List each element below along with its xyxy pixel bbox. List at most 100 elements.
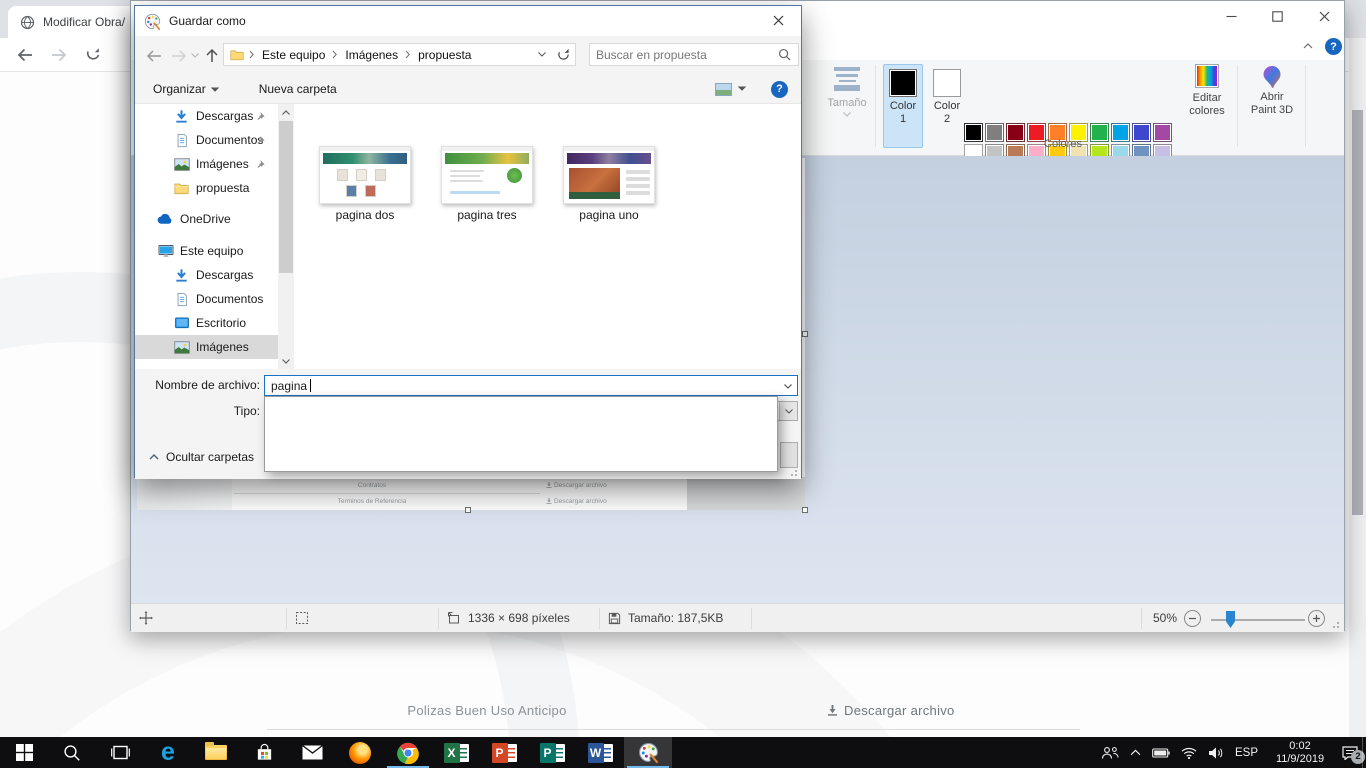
filename-input[interactable]: pagina bbox=[264, 375, 798, 396]
breadcrumb[interactable]: Este equipo Imágenes propuesta bbox=[223, 43, 553, 66]
hidden-icons-chevron-icon[interactable] bbox=[1130, 749, 1141, 756]
reload-icon[interactable] bbox=[76, 41, 110, 69]
taskbar-powerpoint-button[interactable]: P bbox=[480, 737, 528, 768]
volume-icon[interactable] bbox=[1208, 747, 1224, 759]
taskbar-publisher-button[interactable]: P bbox=[528, 737, 576, 768]
file-name: pagina uno bbox=[561, 208, 657, 222]
sidebar-item-documentos-pinned[interactable]: Documentos bbox=[135, 128, 278, 152]
cursor-position-icon bbox=[139, 604, 153, 632]
zoom-out-button[interactable] bbox=[1184, 604, 1201, 632]
action-center-icon[interactable]: 2 bbox=[1342, 746, 1358, 760]
zoom-slider[interactable] bbox=[1211, 619, 1305, 621]
scroll-up-icon[interactable] bbox=[278, 104, 294, 120]
scrollbar-thumb[interactable] bbox=[1352, 110, 1363, 515]
taskbar-search-button[interactable] bbox=[48, 737, 96, 768]
file-item-tres[interactable]: pagina tres bbox=[439, 146, 535, 222]
search-icon[interactable] bbox=[778, 48, 798, 61]
breadcrumb-imagenes[interactable]: Imágenes bbox=[343, 48, 400, 62]
desktop-icon bbox=[173, 317, 190, 329]
up-icon[interactable] bbox=[201, 45, 223, 66]
zoom-slider-thumb[interactable] bbox=[1226, 611, 1235, 628]
show-desktop-button[interactable] bbox=[1362, 737, 1366, 768]
language-indicator[interactable]: ESP bbox=[1235, 747, 1258, 759]
color2-button[interactable]: Color2 bbox=[927, 64, 967, 148]
view-dropdown-icon[interactable] bbox=[738, 86, 746, 91]
taskbar-explorer-button[interactable] bbox=[192, 737, 240, 768]
cancel-button[interactable] bbox=[780, 442, 798, 468]
scroll-down-icon[interactable] bbox=[278, 353, 294, 369]
sidebar-item-documentos[interactable]: Documentos bbox=[135, 287, 278, 311]
taskbar-mail-button[interactable] bbox=[288, 737, 336, 768]
download-link[interactable]: Descargar archivo bbox=[827, 692, 955, 729]
download-link[interactable]: Descargar archivo bbox=[827, 730, 955, 737]
battery-icon[interactable] bbox=[1152, 748, 1170, 758]
breadcrumb-dropdown-icon[interactable] bbox=[538, 52, 546, 57]
back-icon[interactable] bbox=[8, 41, 42, 69]
edit-colors-button[interactable]: Editarcolores bbox=[1180, 64, 1234, 118]
collapse-ribbon-icon[interactable] bbox=[1303, 43, 1313, 49]
taskbar-paint-button[interactable] bbox=[624, 737, 672, 768]
taskbar-firefox-button[interactable] bbox=[336, 737, 384, 768]
dialog-help-icon[interactable]: ? bbox=[771, 81, 788, 98]
forward-icon[interactable] bbox=[42, 41, 76, 69]
sidebar-scrollbar[interactable] bbox=[278, 104, 294, 369]
breadcrumb-propuesta[interactable]: propuesta bbox=[416, 48, 473, 62]
back-icon[interactable] bbox=[143, 45, 165, 66]
resize-grip-icon[interactable] bbox=[1329, 618, 1339, 628]
taskbar-chrome-button[interactable] bbox=[384, 737, 432, 768]
canvas-resize-handle[interactable] bbox=[465, 507, 471, 513]
maximize-button[interactable] bbox=[1254, 1, 1300, 32]
type-dropdown-icon[interactable] bbox=[779, 402, 797, 420]
filename-dropdown-icon[interactable] bbox=[784, 384, 792, 389]
taskbar-excel-button[interactable]: X bbox=[432, 737, 480, 768]
open-paint3d-button[interactable]: AbrirPaint 3D bbox=[1243, 64, 1301, 117]
sidebar-item-imagenes-pinned[interactable]: Imágenes bbox=[135, 152, 278, 176]
taskbar-word-button[interactable]: W bbox=[576, 737, 624, 768]
dialog-resize-grip[interactable] bbox=[787, 466, 797, 476]
color1-button[interactable]: Color1 bbox=[883, 64, 923, 148]
taskbar: eXPPW ESP 0:02 11/9/2019 2 bbox=[0, 737, 1366, 768]
color2-swatch bbox=[933, 69, 961, 97]
sidebar-item-escritorio[interactable]: Escritorio bbox=[135, 311, 278, 335]
filename-autocomplete-dropdown[interactable] bbox=[264, 396, 778, 472]
canvas-resize-handle[interactable] bbox=[802, 331, 808, 337]
taskbar-start-button[interactable] bbox=[0, 737, 48, 768]
wifi-icon[interactable] bbox=[1181, 747, 1197, 759]
breadcrumb-este-equipo[interactable]: Este equipo bbox=[260, 48, 327, 62]
sidebar-item-imagenes[interactable]: Imágenes bbox=[135, 335, 278, 359]
paint-help-icon[interactable]: ? bbox=[1325, 38, 1342, 55]
sidebar-item-propuesta[interactable]: propuesta bbox=[135, 176, 278, 200]
dialog-close-button[interactable] bbox=[756, 6, 801, 35]
clock[interactable]: 0:02 11/9/2019 bbox=[1269, 740, 1331, 766]
organize-button[interactable]: Organizar bbox=[153, 82, 219, 96]
refresh-button[interactable] bbox=[552, 43, 576, 66]
search-input[interactable] bbox=[590, 48, 778, 62]
new-folder-button[interactable]: Nueva carpeta bbox=[259, 82, 337, 96]
sidebar-item-descargas-pinned[interactable]: Descargas bbox=[135, 104, 278, 128]
document-icon bbox=[173, 133, 190, 148]
close-button[interactable] bbox=[1301, 1, 1347, 32]
recent-locations-icon[interactable] bbox=[189, 45, 201, 66]
canvas-resize-handle[interactable] bbox=[802, 507, 808, 513]
hide-folders-button[interactable]: Ocultar carpetas bbox=[149, 450, 254, 464]
taskbar-store-button[interactable] bbox=[240, 737, 288, 768]
sidebar-item-este-equipo[interactable]: Este equipo bbox=[135, 239, 278, 263]
file-thumbnail bbox=[563, 146, 655, 204]
sidebar-scrollbar-thumb[interactable] bbox=[279, 121, 293, 273]
file-item-dos[interactable]: pagina dos bbox=[317, 146, 413, 222]
zoom-in-button[interactable] bbox=[1308, 604, 1325, 632]
file-item-uno[interactable]: pagina uno bbox=[561, 146, 657, 222]
forward-icon[interactable] bbox=[168, 45, 190, 66]
breadcrumb-separator-icon bbox=[249, 50, 255, 59]
view-mode-icon[interactable] bbox=[715, 83, 732, 96]
sidebar-item-onedrive[interactable]: OneDrive bbox=[135, 207, 278, 231]
download-icon bbox=[546, 498, 552, 504]
taskbar-edge-button[interactable]: e bbox=[144, 737, 192, 768]
image-size-icon bbox=[447, 611, 461, 625]
taskbar-taskview-button[interactable] bbox=[96, 737, 144, 768]
page-scrollbar[interactable] bbox=[1349, 38, 1366, 737]
minimize-button[interactable] bbox=[1208, 1, 1254, 32]
size-button[interactable]: Tamaño bbox=[821, 64, 873, 117]
sidebar-item-descargas[interactable]: Descargas bbox=[135, 263, 278, 287]
people-icon[interactable] bbox=[1101, 746, 1119, 760]
